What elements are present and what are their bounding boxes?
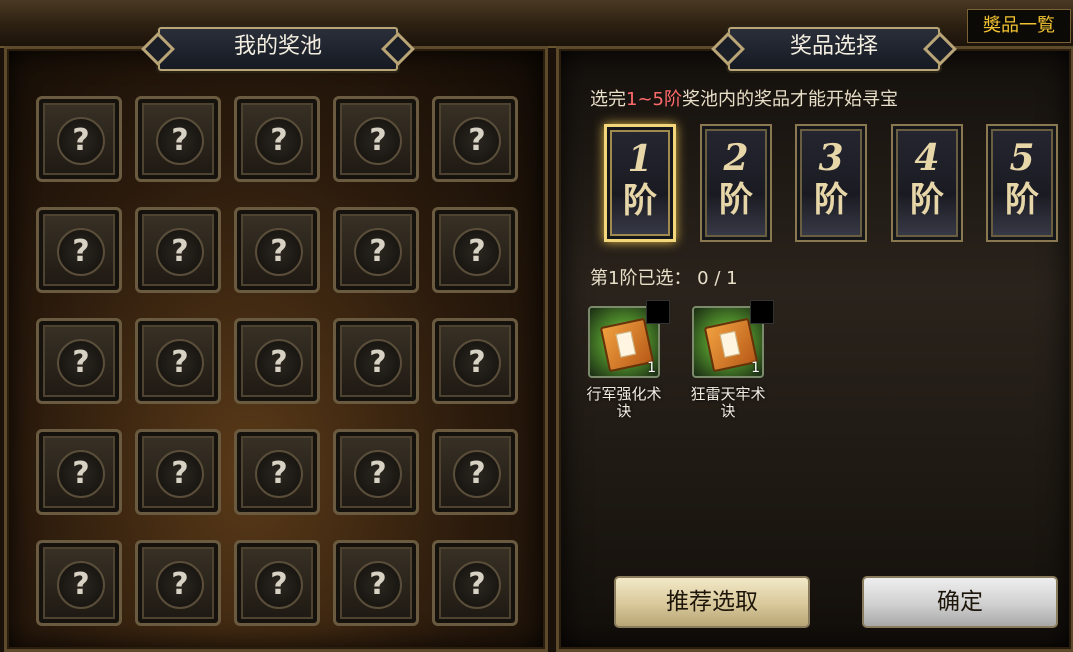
tier-number: 3: [818, 137, 844, 179]
question-mark-icon: ?: [453, 561, 501, 609]
question-mark-icon: ?: [354, 117, 402, 165]
prize-item[interactable]: 1 行军强化术诀: [579, 300, 670, 420]
my-prize-pool-title: 我的奖池: [158, 27, 398, 71]
select-checkbox[interactable]: [750, 300, 774, 324]
tier-label: 阶: [1005, 180, 1039, 220]
pool-slot[interactable]: ?: [36, 318, 122, 404]
pool-slot[interactable]: ?: [432, 318, 518, 404]
item-name: 行军强化术诀: [579, 386, 669, 420]
question-mark-icon: ?: [255, 339, 303, 387]
question-mark-icon: ?: [156, 561, 204, 609]
pool-slot[interactable]: ?: [333, 429, 419, 515]
question-mark-icon: ?: [156, 450, 204, 498]
pool-slot[interactable]: ?: [333, 96, 419, 182]
question-mark-icon: ?: [354, 228, 402, 276]
pool-slot[interactable]: ?: [135, 318, 221, 404]
pool-slot[interactable]: ?: [135, 96, 221, 182]
tier-4-tab[interactable]: 4阶: [891, 124, 963, 242]
question-mark-icon: ?: [453, 450, 501, 498]
pool-slot[interactable]: ?: [432, 540, 518, 626]
pool-slot[interactable]: ?: [36, 429, 122, 515]
tier-label: 阶: [910, 180, 944, 220]
item-name-line1: 狂雷天牢术: [690, 385, 766, 403]
question-mark-icon: ?: [453, 339, 501, 387]
pool-slot[interactable]: ?: [234, 429, 320, 515]
item-name-line1: 行军强化术: [586, 385, 662, 403]
prize-item[interactable]: 1 狂雷天牢术诀: [683, 300, 774, 420]
pool-slot[interactable]: ?: [234, 540, 320, 626]
tier-selected-count: 第1阶已选： 0 / 1: [590, 268, 738, 289]
question-mark-icon: ?: [57, 117, 105, 165]
hint-highlight: 1~5阶: [626, 89, 682, 110]
item-name-line2: 诀: [720, 402, 736, 420]
question-mark-icon: ?: [255, 117, 303, 165]
tier-label: 阶: [623, 181, 657, 221]
pool-slot[interactable]: ?: [135, 540, 221, 626]
tier-label: 阶: [719, 180, 753, 220]
tier-2-tab[interactable]: 2阶: [700, 124, 772, 242]
confirm-button[interactable]: 确定: [862, 576, 1058, 628]
question-mark-icon: ?: [354, 561, 402, 609]
pool-slot[interactable]: ?: [36, 96, 122, 182]
tier-1-tab[interactable]: 1阶: [604, 124, 676, 242]
prize-list-button[interactable]: 奬品一覧: [967, 9, 1071, 43]
pool-slot[interactable]: ?: [432, 207, 518, 293]
question-mark-icon: ?: [57, 561, 105, 609]
hint-prefix: 选完: [590, 89, 626, 110]
selection-hint: 选完1~5阶奖池内的奖品才能开始寻宝: [590, 85, 898, 111]
tier-3-tab[interactable]: 3阶: [795, 124, 867, 242]
pool-slot[interactable]: ?: [36, 540, 122, 626]
pool-slot[interactable]: ?: [432, 429, 518, 515]
pool-slot[interactable]: ?: [333, 540, 419, 626]
pool-slot[interactable]: ?: [333, 318, 419, 404]
pool-slot[interactable]: ?: [135, 207, 221, 293]
item-name-line2: 诀: [616, 402, 632, 420]
question-mark-icon: ?: [453, 117, 501, 165]
pool-slot[interactable]: ?: [333, 207, 419, 293]
item-name: 狂雷天牢术诀: [683, 386, 773, 420]
item-quantity: 1: [647, 360, 656, 376]
tier-number: 2: [723, 137, 749, 179]
question-mark-icon: ?: [354, 339, 402, 387]
pool-slot[interactable]: ?: [234, 207, 320, 293]
question-mark-icon: ?: [354, 450, 402, 498]
pool-slot[interactable]: ?: [135, 429, 221, 515]
tier-number: 5: [1009, 137, 1035, 179]
question-mark-icon: ?: [57, 228, 105, 276]
recommend-select-button[interactable]: 推荐选取: [614, 576, 810, 628]
tier-number: 4: [914, 137, 940, 179]
question-mark-icon: ?: [453, 228, 501, 276]
item-quantity: 1: [751, 360, 760, 376]
pool-slot[interactable]: ?: [432, 96, 518, 182]
pool-slot[interactable]: ?: [234, 96, 320, 182]
skill-book-icon: 1: [588, 300, 670, 378]
prize-selection-title: 奖品选择: [728, 27, 940, 71]
tier-label: 阶: [814, 180, 848, 220]
pool-slot[interactable]: ?: [36, 207, 122, 293]
question-mark-icon: ?: [255, 561, 303, 609]
hint-suffix: 奖池内的奖品才能开始寻宝: [682, 89, 898, 110]
select-checkbox[interactable]: [646, 300, 670, 324]
question-mark-icon: ?: [255, 450, 303, 498]
question-mark-icon: ?: [255, 228, 303, 276]
question-mark-icon: ?: [57, 339, 105, 387]
tier-number: 1: [627, 138, 653, 180]
skill-book-icon: 1: [692, 300, 774, 378]
pool-slot[interactable]: ?: [234, 318, 320, 404]
question-mark-icon: ?: [156, 228, 204, 276]
question-mark-icon: ?: [156, 339, 204, 387]
question-mark-icon: ?: [57, 450, 105, 498]
tier-5-tab[interactable]: 5阶: [986, 124, 1058, 242]
question-mark-icon: ?: [156, 117, 204, 165]
